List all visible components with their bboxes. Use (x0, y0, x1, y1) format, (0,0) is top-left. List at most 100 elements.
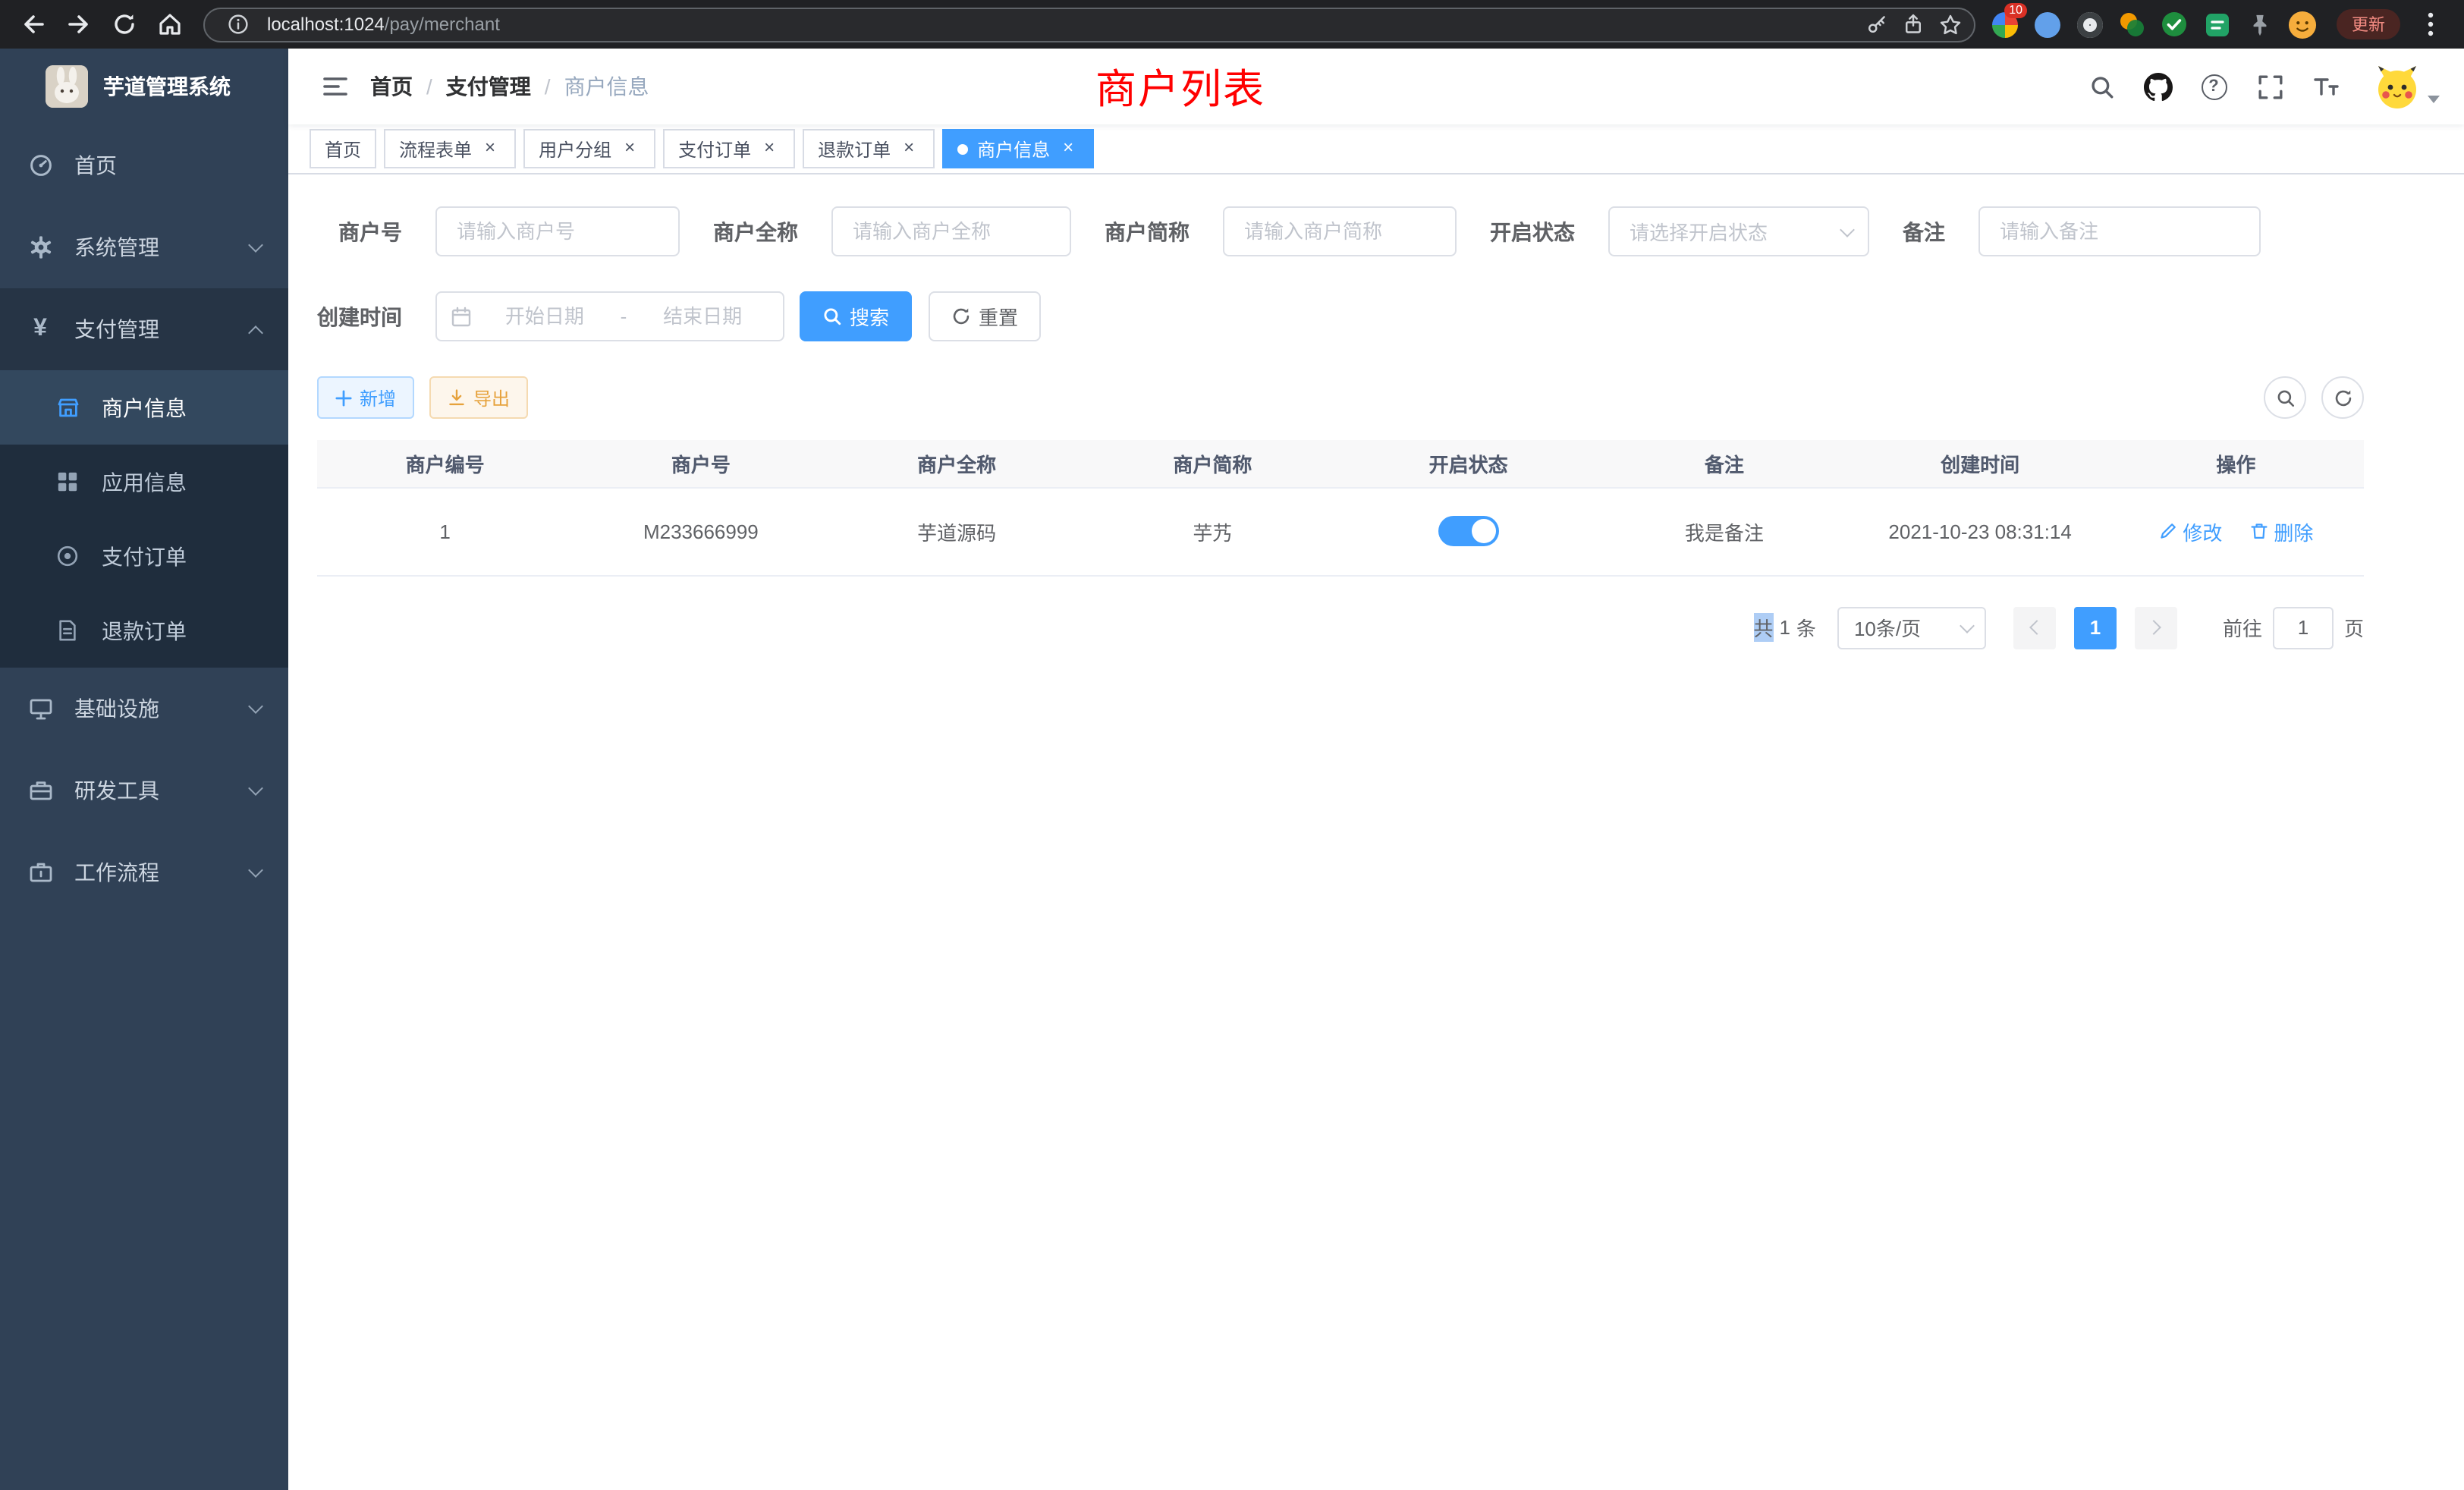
help-icon[interactable]: ? (2197, 70, 2230, 103)
tab-refund-order[interactable]: 退款订单 × (803, 129, 935, 168)
logo-avatar-image (46, 65, 88, 108)
app-logo[interactable]: 芋道管理系统 (0, 49, 288, 124)
goto-page-input[interactable] (2273, 606, 2334, 649)
page-annotation: 商户列表 (1095, 56, 1265, 115)
tab-label: 商户信息 (977, 136, 1050, 162)
caret-down-icon (2428, 96, 2440, 103)
dashboard-icon (27, 153, 53, 178)
tab-close-icon[interactable]: × (1058, 138, 1079, 159)
extension-icon-green-notes[interactable] (2200, 8, 2233, 41)
short-name-label: 商户简称 (1105, 216, 1190, 247)
sidebar-item-refund-order[interactable]: 退款订单 (0, 593, 288, 668)
create-time-range-picker[interactable]: - (435, 291, 784, 341)
tab-pay-order[interactable]: 支付订单 × (663, 129, 795, 168)
tab-process-form[interactable]: 流程表单 × (384, 129, 516, 168)
sidebar-item-pay-order[interactable]: 支付订单 (0, 519, 288, 593)
tab-close-icon[interactable]: × (619, 138, 640, 159)
url-domain: localhost:1024 (267, 14, 385, 35)
font-size-icon[interactable] (2309, 70, 2343, 103)
cell-short-name: 芋艿 (1085, 487, 1340, 575)
github-icon[interactable] (2141, 70, 2174, 103)
breadcrumb-current: 商户信息 (564, 71, 649, 102)
remark-input[interactable] (1978, 206, 2261, 256)
user-avatar[interactable] (2374, 64, 2440, 109)
home-button[interactable] (149, 3, 191, 46)
target-icon (55, 545, 80, 567)
sidebar-item-merchant-info[interactable]: 商户信息 (0, 370, 288, 445)
full-name-input[interactable] (831, 206, 1071, 256)
extension-icon-duo-circles[interactable] (2115, 8, 2148, 41)
tab-close-icon[interactable]: × (479, 138, 501, 159)
sidebar-item-payment[interactable]: ¥ 支付管理 (0, 288, 288, 370)
bookmark-star-icon[interactable] (1931, 8, 1968, 41)
chevron-down-icon (248, 698, 263, 713)
site-info-icon[interactable] (220, 8, 256, 41)
fullscreen-icon[interactable] (2253, 70, 2286, 103)
sidebar-toggle-button[interactable] (313, 64, 358, 109)
total-suffix: 条 (1796, 613, 1816, 642)
refresh-button[interactable] (2321, 376, 2364, 419)
share-icon[interactable] (1895, 8, 1931, 41)
export-button[interactable]: 导出 (429, 376, 528, 419)
top-navbar: 首页 / 支付管理 / 商户信息 商户列表 ? (288, 49, 2464, 124)
edit-button[interactable]: 修改 (2158, 517, 2222, 545)
chevron-up-icon (248, 325, 263, 340)
sidebar-item-infrastructure[interactable]: 基础设施 (0, 668, 288, 750)
tab-user-group[interactable]: 用户分组 × (523, 129, 655, 168)
browser-menu-icon[interactable] (2409, 3, 2452, 46)
page-number-button[interactable]: 1 (2074, 606, 2117, 649)
page-size-select[interactable]: 10条/页 (1837, 606, 1986, 649)
col-header-merchant-no: 商户号 (573, 440, 828, 487)
extension-icon-blue-drop[interactable] (2030, 8, 2063, 41)
monitor-icon (27, 696, 53, 721)
breadcrumb: 首页 / 支付管理 / 商户信息 (370, 71, 649, 102)
tab-merchant-info[interactable]: 商户信息 × (942, 129, 1094, 168)
next-page-button[interactable] (2135, 606, 2177, 649)
tab-close-icon[interactable]: × (898, 138, 919, 159)
toggle-search-button[interactable] (2264, 376, 2306, 419)
merchant-no-input[interactable] (435, 206, 680, 256)
table-row: 1 M233666999 芋道源码 芋艿 我是备注 2021-10-23 08:… (317, 487, 2364, 575)
sidebar-item-app-info[interactable]: 应用信息 (0, 445, 288, 519)
prev-page-button[interactable] (2013, 606, 2056, 649)
sidebar-item-workflow[interactable]: 工作流程 (0, 831, 288, 913)
tab-close-icon[interactable]: × (759, 138, 780, 159)
total-prefix: 共 (1753, 613, 1773, 642)
reload-button[interactable] (103, 3, 146, 46)
breadcrumb-payment[interactable]: 支付管理 (446, 71, 531, 102)
col-header-merchant-index: 商户编号 (317, 440, 573, 487)
reset-button[interactable]: 重置 (929, 291, 1041, 341)
profile-avatar-icon[interactable] (2285, 8, 2318, 41)
end-date-input[interactable] (636, 305, 769, 328)
short-name-input[interactable] (1223, 206, 1457, 256)
back-button[interactable] (12, 3, 55, 46)
delete-button[interactable]: 删除 (2249, 517, 2313, 545)
extension-icon-pin[interactable] (2242, 8, 2276, 41)
start-date-input[interactable] (478, 305, 611, 328)
add-button[interactable]: 新增 (317, 376, 414, 419)
browser-update-button[interactable]: 更新 (2337, 9, 2400, 39)
shop-icon (55, 395, 80, 420)
status-toggle[interactable] (1438, 516, 1499, 546)
password-key-icon[interactable] (1859, 8, 1895, 41)
edit-button-label: 修改 (2183, 517, 2222, 545)
briefcase-icon (27, 860, 53, 885)
tab-home[interactable]: 首页 (310, 129, 376, 168)
status-select[interactable]: 请选择开启状态 (1608, 206, 1869, 256)
breadcrumb-home[interactable]: 首页 (370, 71, 413, 102)
extension-icon-green-check[interactable] (2158, 8, 2191, 41)
page-content: 商户号 商户全称 商户简称 开启状态 请选择开启状态 (288, 174, 2464, 1490)
extension-icon-dark-circle[interactable] (2073, 8, 2106, 41)
create-time-label: 创建时间 (317, 301, 402, 332)
address-bar[interactable]: localhost:1024/pay/merchant (203, 7, 1975, 42)
sidebar-item-label: 支付管理 (74, 314, 250, 344)
sidebar-item-system[interactable]: 系统管理 (0, 206, 288, 288)
sidebar-item-dev-tools[interactable]: 研发工具 (0, 750, 288, 831)
table-header-row: 商户编号 商户号 商户全称 商户简称 开启状态 备注 创建时间 操作 (317, 440, 2364, 487)
col-header-short-name: 商户简称 (1085, 440, 1340, 487)
forward-button[interactable] (58, 3, 100, 46)
sidebar-item-home[interactable]: 首页 (0, 124, 288, 206)
search-icon[interactable] (2085, 70, 2118, 103)
search-button[interactable]: 搜索 (800, 291, 912, 341)
extension-icon-colorful[interactable]: 10 (1988, 8, 2021, 41)
